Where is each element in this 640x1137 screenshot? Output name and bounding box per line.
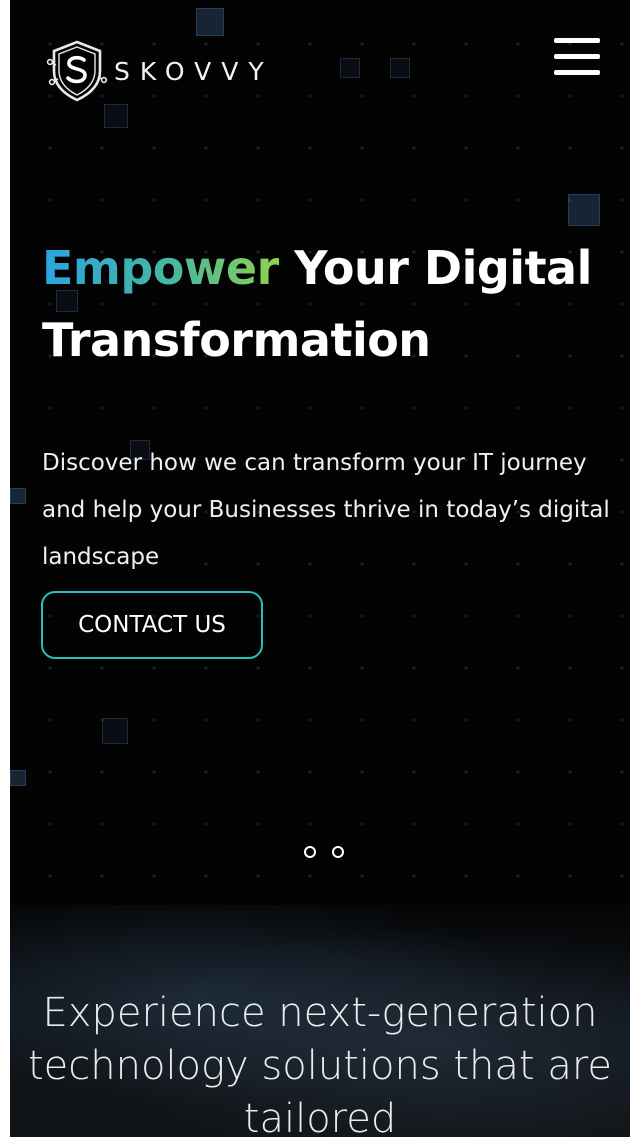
- slider-pagination: [304, 846, 344, 858]
- shield-s-circuit-icon: [46, 40, 108, 102]
- bg-square: [10, 488, 26, 504]
- brand-name: SKOVVY: [114, 56, 274, 86]
- bg-square: [102, 718, 128, 744]
- contact-us-button[interactable]: CONTACT US: [41, 591, 263, 659]
- hero-title-accent: Empower: [42, 241, 279, 295]
- hero-subtitle: Discover how we can transform your IT jo…: [42, 450, 610, 570]
- site-header: SKOVVY: [10, 0, 630, 120]
- page-viewport: SKOVVY Empower Your Digital Transformati…: [10, 0, 630, 1137]
- brand-logo[interactable]: SKOVVY: [44, 38, 274, 104]
- bg-square: [568, 194, 600, 226]
- section-heading: Experience next-generation technology so…: [27, 990, 613, 1137]
- hamburger-menu-icon[interactable]: [554, 38, 602, 78]
- hero-title: Empower Your Digital Transformation: [42, 232, 602, 376]
- tech-section: Experience next-generation technology so…: [10, 905, 630, 1137]
- bg-square: [10, 770, 26, 786]
- slider-dot[interactable]: [332, 846, 344, 858]
- slider-dot[interactable]: [304, 846, 316, 858]
